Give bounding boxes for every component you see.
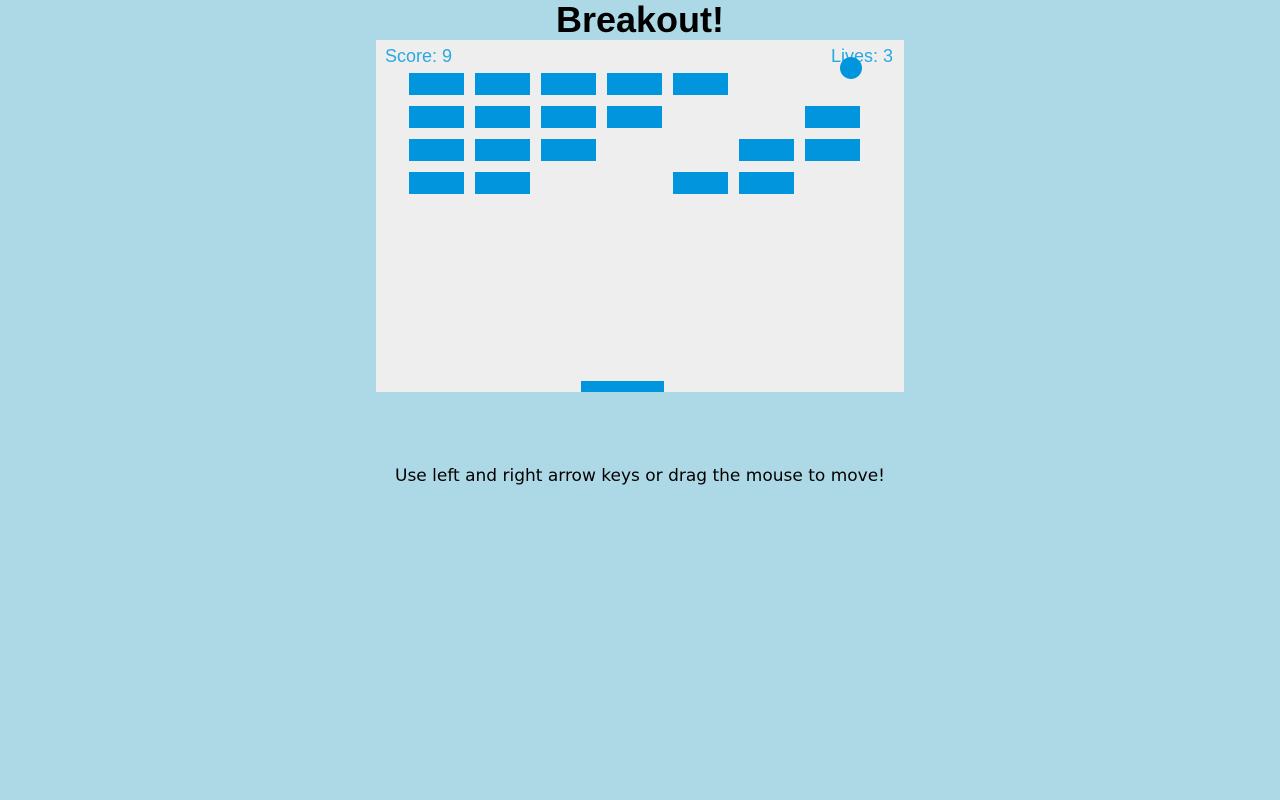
- ball: [840, 57, 862, 79]
- brick: [475, 172, 530, 194]
- brick: [607, 106, 662, 128]
- brick: [475, 139, 530, 161]
- brick: [673, 172, 728, 194]
- instructions-text: Use left and right arrow keys or drag th…: [395, 466, 885, 486]
- brick: [541, 73, 596, 95]
- brick: [409, 106, 464, 128]
- brick: [805, 139, 860, 161]
- brick: [805, 106, 860, 128]
- paddle[interactable]: [581, 381, 664, 392]
- score-display: Score: 9: [385, 46, 453, 66]
- brick: [673, 73, 728, 95]
- brick: [541, 139, 596, 161]
- page-title: Breakout!: [555, 0, 725, 40]
- brick: [739, 172, 794, 194]
- brick: [739, 139, 794, 161]
- brick: [409, 172, 464, 194]
- brick: [409, 73, 464, 95]
- brick: [409, 139, 464, 161]
- game-canvas[interactable]: Score: 9 Lives: 3: [376, 40, 904, 392]
- brick: [475, 73, 530, 95]
- brick: [475, 106, 530, 128]
- brick: [607, 73, 662, 95]
- brick: [541, 106, 596, 128]
